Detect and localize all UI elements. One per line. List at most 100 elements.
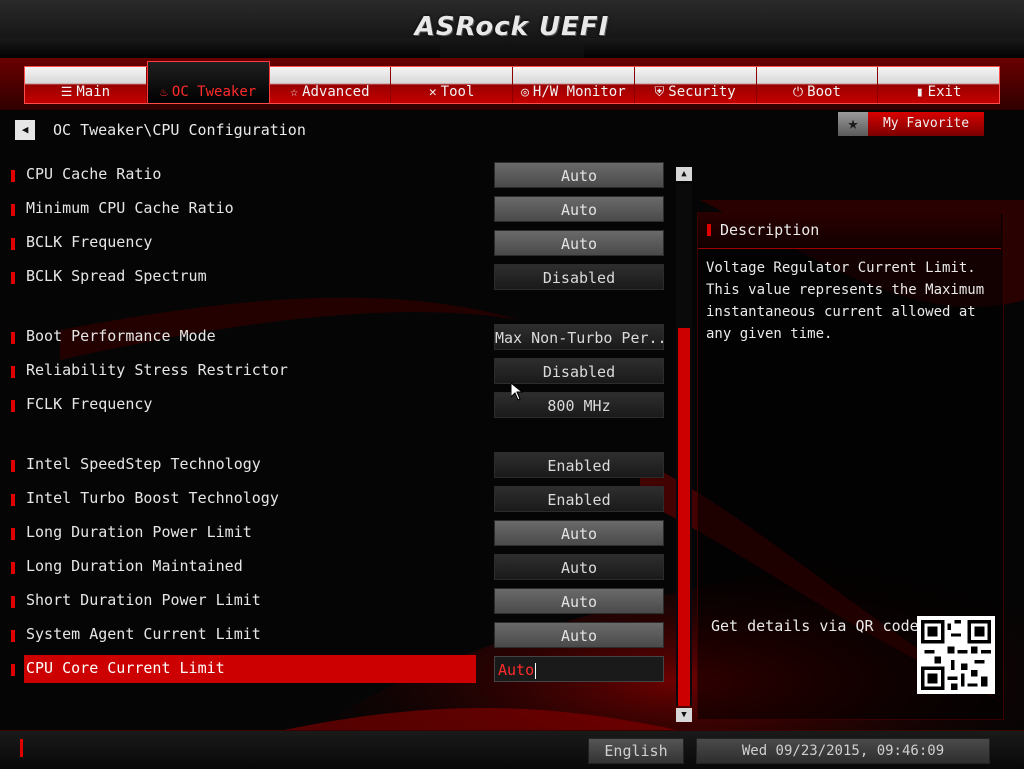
setting-row[interactable]: Intel SpeedStep Technology Enabled (0, 452, 670, 478)
setting-label: Intel Turbo Boost Technology (26, 489, 279, 507)
setting-value-text: Auto (560, 593, 598, 611)
monitor-icon: ◎ (521, 85, 529, 100)
setting-value-text: Auto (560, 627, 598, 645)
description-header: Description (698, 212, 1001, 249)
row-marker (11, 562, 15, 574)
tab-exit[interactable]: ▮ Exit (878, 67, 999, 103)
star-icon: ☆ (290, 85, 299, 100)
setting-label: Minimum CPU Cache Ratio (26, 199, 234, 217)
setting-value-button[interactable]: Auto (494, 588, 664, 614)
my-favorite-label: My Favorite (868, 112, 984, 136)
setting-row[interactable]: BCLK Frequency Auto (0, 230, 670, 256)
my-favorite-button[interactable]: ★ My Favorite (838, 112, 984, 136)
row-marker (11, 400, 15, 412)
main-nav: ☰ Main ♨ OC Tweaker ☆ Advanced ✕ Tool ◎ H/W Monit… (24, 61, 1000, 104)
setting-value-text: Auto (560, 235, 598, 253)
setting-value-text: Enabled (547, 457, 611, 475)
setting-value-button[interactable]: Auto (494, 622, 664, 648)
breadcrumb: OC Tweaker\CPU Configuration (53, 121, 306, 139)
setting-value-text: Auto (560, 559, 598, 577)
row-marker (11, 272, 15, 284)
setting-value-text: Disabled (542, 269, 616, 287)
setting-value-text: Max Non-Turbo Per... (495, 329, 664, 347)
tab-label: Tool (440, 84, 475, 100)
setting-row[interactable]: BCLK Spread Spectrum Disabled (0, 264, 670, 290)
setting-label: Long Duration Power Limit (26, 523, 252, 541)
setting-row[interactable]: Reliability Stress Restrictor Disabled (0, 358, 670, 384)
tools-icon: ✕ (428, 85, 437, 100)
setting-row[interactable]: System Agent Current Limit Auto (0, 622, 670, 648)
row-marker (11, 238, 15, 250)
setting-label: BCLK Spread Spectrum (26, 267, 207, 285)
setting-value-button[interactable]: Enabled (494, 486, 664, 512)
setting-value-button[interactable]: Enabled (494, 452, 664, 478)
row-marker (11, 596, 15, 608)
description-text: Voltage Regulator Current Limit. This va… (706, 260, 985, 342)
setting-value-button[interactable]: Auto (494, 162, 664, 188)
power-icon: ⏻ (792, 85, 804, 100)
tab-security[interactable]: ⛨ Security (635, 67, 757, 103)
setting-value-text: Auto (560, 525, 598, 543)
setting-label: Reliability Stress Restrictor (26, 361, 288, 379)
setting-row[interactable]: CPU Core Current Limit Auto (0, 655, 670, 683)
setting-row[interactable]: Long Duration Maintained Auto (0, 554, 670, 580)
setting-value-button[interactable]: Disabled (494, 264, 664, 290)
tab-tool[interactable]: ✕ Tool (391, 67, 513, 103)
setting-row[interactable]: FCLK Frequency 800 MHz (0, 392, 670, 418)
setting-value-text: Auto (560, 201, 598, 219)
setting-value-button[interactable]: Disabled (494, 358, 664, 384)
tab-oc-tweaker[interactable]: ♨ OC Tweaker (146, 61, 270, 103)
setting-value-text: 800 MHz (547, 397, 611, 415)
setting-row[interactable]: CPU Cache Ratio Auto (0, 162, 670, 188)
tab-main[interactable]: ☰ Main (25, 67, 147, 103)
row-marker (11, 332, 15, 344)
setting-row[interactable]: Intel Turbo Boost Technology Enabled (0, 486, 670, 512)
footer-marker (20, 739, 23, 757)
exit-door-icon: ▮ (915, 85, 924, 100)
setting-label: Long Duration Maintained (26, 557, 243, 575)
setting-value-button[interactable]: Auto (494, 230, 664, 256)
tab-label: Exit (927, 84, 962, 100)
setting-label: Short Duration Power Limit (26, 591, 261, 609)
scroll-up-button[interactable]: ▲ (676, 167, 692, 181)
setting-value-text: Disabled (542, 363, 616, 381)
setting-value-text: Enabled (547, 491, 611, 509)
description-title: Description (720, 221, 820, 239)
list-icon: ☰ (60, 85, 73, 100)
setting-value-input[interactable]: Auto (494, 656, 664, 682)
tab-boot[interactable]: ⏻ Boot (757, 67, 879, 103)
setting-label: System Agent Current Limit (26, 625, 261, 643)
shield-icon: ⛨ (654, 85, 665, 100)
setting-label: CPU Cache Ratio (26, 165, 162, 183)
datetime-display: Wed 09/23/2015, 09:46:09 (696, 738, 990, 764)
language-button[interactable]: English (588, 738, 684, 764)
qr-label: Get details via QR code (711, 617, 919, 635)
scroll-down-button[interactable]: ▼ (676, 708, 692, 722)
tab-h-w-monitor[interactable]: ◎ H/W Monitor (513, 67, 635, 103)
setting-row[interactable]: Minimum CPU Cache Ratio Auto (0, 196, 670, 222)
qr-code-icon (917, 616, 995, 694)
tab-advanced[interactable]: ☆ Advanced (270, 67, 392, 103)
setting-row[interactable]: Short Duration Power Limit Auto (0, 588, 670, 614)
row-marker (11, 366, 15, 378)
star-icon: ★ (838, 112, 868, 136)
setting-label: Boot Performance Mode (26, 327, 216, 345)
setting-value-button[interactable]: Auto (494, 196, 664, 222)
setting-row[interactable]: Boot Performance Mode Max Non-Turbo Per..… (0, 324, 670, 350)
tab-label: Main (76, 84, 111, 100)
setting-value-text: Auto (560, 167, 598, 185)
setting-value-button[interactable]: Auto (494, 520, 664, 546)
tab-label: Boot (807, 84, 841, 100)
scroll-thumb[interactable] (678, 328, 690, 706)
setting-value-text: Auto (498, 661, 535, 679)
setting-row[interactable]: Long Duration Power Limit Auto (0, 520, 670, 546)
setting-value-button[interactable]: Auto (494, 554, 664, 580)
tab-label: OC Tweaker (171, 84, 257, 100)
row-marker (11, 494, 15, 506)
brand-logo: ASRock UEFI (414, 12, 610, 42)
setting-value-button[interactable]: Max Non-Turbo Per... (494, 324, 664, 350)
flame-icon: ♨ (160, 85, 168, 100)
back-button[interactable]: ◀ (15, 120, 35, 140)
tab-label: Security (668, 84, 736, 100)
setting-label: Intel SpeedStep Technology (26, 455, 261, 473)
